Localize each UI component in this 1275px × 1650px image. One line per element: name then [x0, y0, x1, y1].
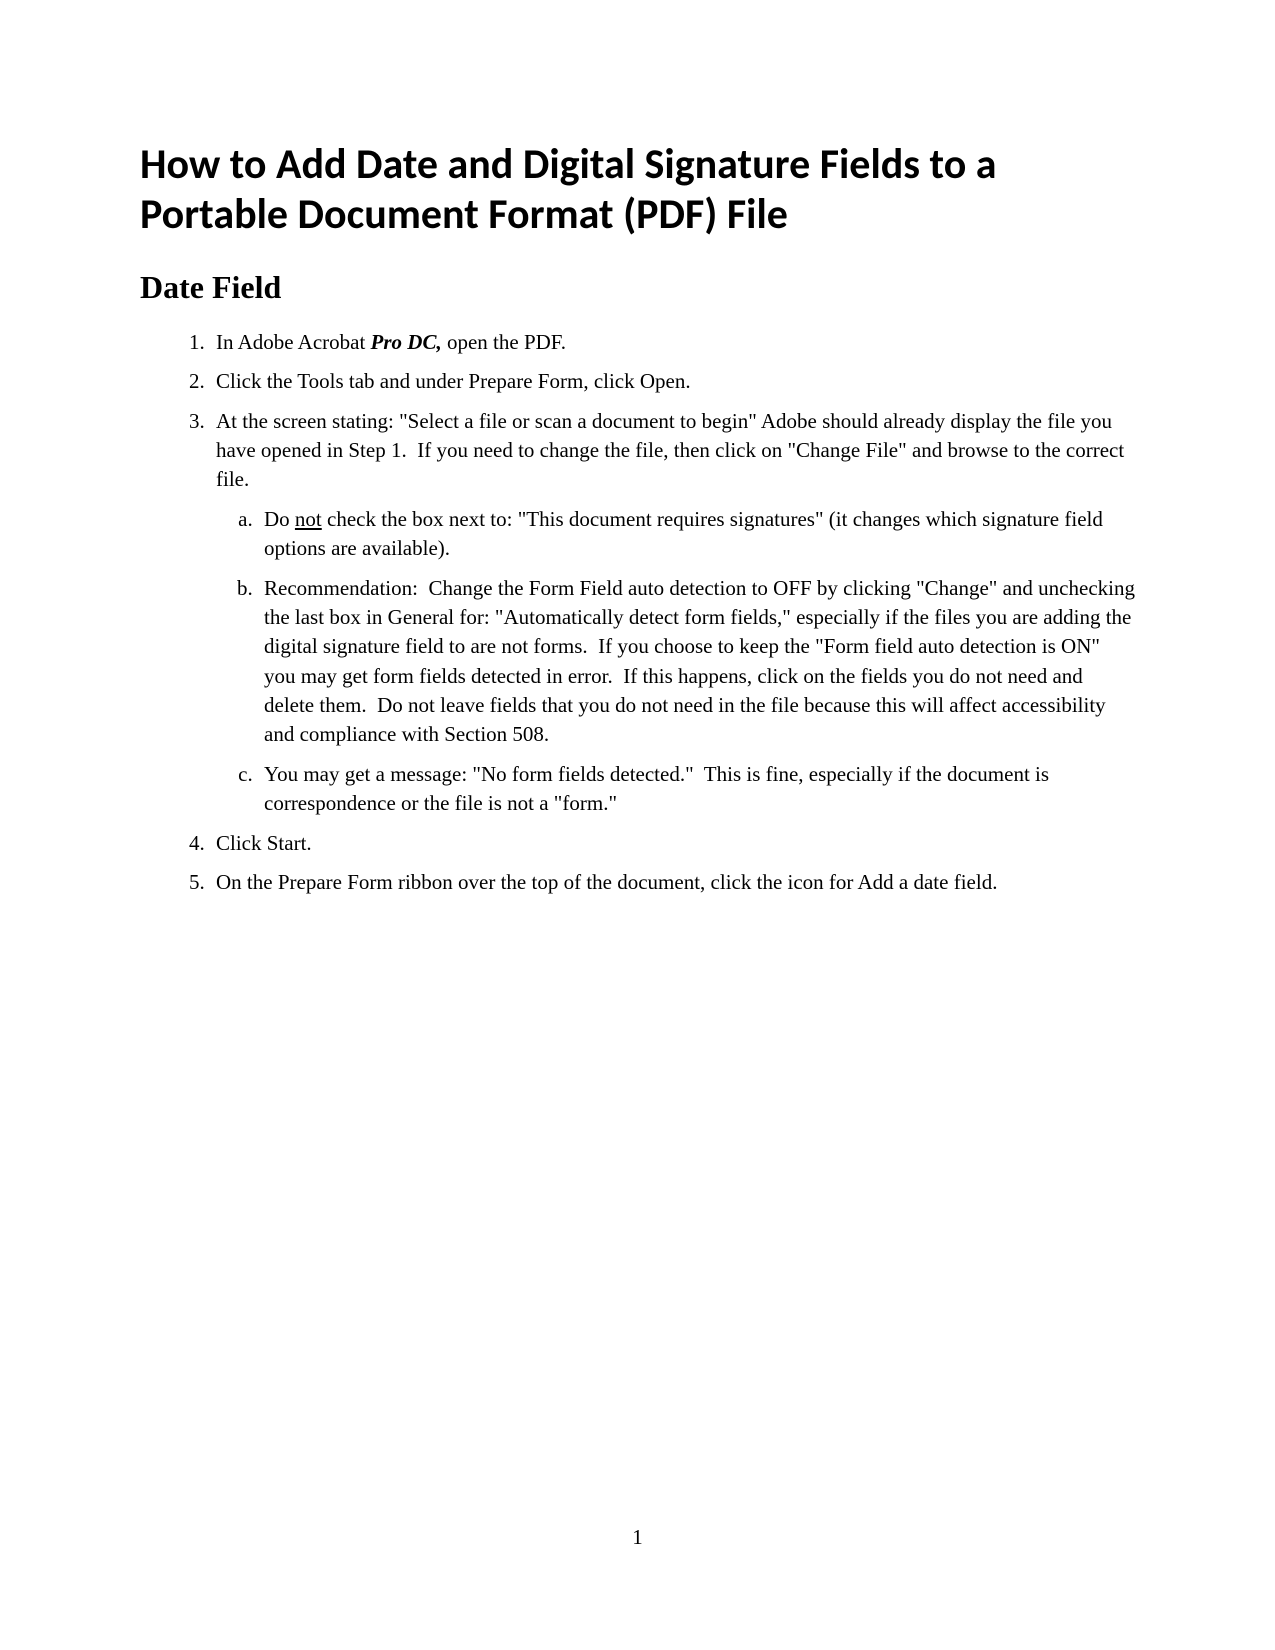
- step-1-prodc: Pro DC,: [371, 330, 442, 354]
- step-1-text-b: open the PDF.: [442, 330, 566, 354]
- step-3b: Recommendation: Change the Form Field au…: [258, 574, 1135, 750]
- section-heading: Date Field: [140, 269, 1135, 306]
- step-3-sublist: Do not check the box next to: "This docu…: [216, 505, 1135, 819]
- step-2: Click the Tools tab and under Prepare Fo…: [210, 367, 1135, 396]
- step-3c: You may get a message: "No form fields d…: [258, 760, 1135, 819]
- step-3a-not: not: [295, 507, 322, 531]
- step-3-text: At the screen stating: "Select a file or…: [216, 409, 1129, 492]
- steps-list: In Adobe Acrobat Pro DC, open the PDF. C…: [140, 328, 1135, 898]
- step-1: In Adobe Acrobat Pro DC, open the PDF.: [210, 328, 1135, 357]
- step-4: Click Start.: [210, 829, 1135, 858]
- step-3: At the screen stating: "Select a file or…: [210, 407, 1135, 819]
- step-3a-b: check the box next to: "This document re…: [264, 507, 1103, 560]
- step-5: On the Prepare Form ribbon over the top …: [210, 868, 1135, 897]
- step-3a: Do not check the box next to: "This docu…: [258, 505, 1135, 564]
- document-page: How to Add Date and Digital Signature Fi…: [0, 0, 1275, 897]
- step-3a-a: Do: [264, 507, 295, 531]
- page-title: How to Add Date and Digital Signature Fi…: [140, 140, 1135, 241]
- page-number: 1: [0, 1525, 1275, 1550]
- step-1-text-a: In Adobe Acrobat: [216, 330, 371, 354]
